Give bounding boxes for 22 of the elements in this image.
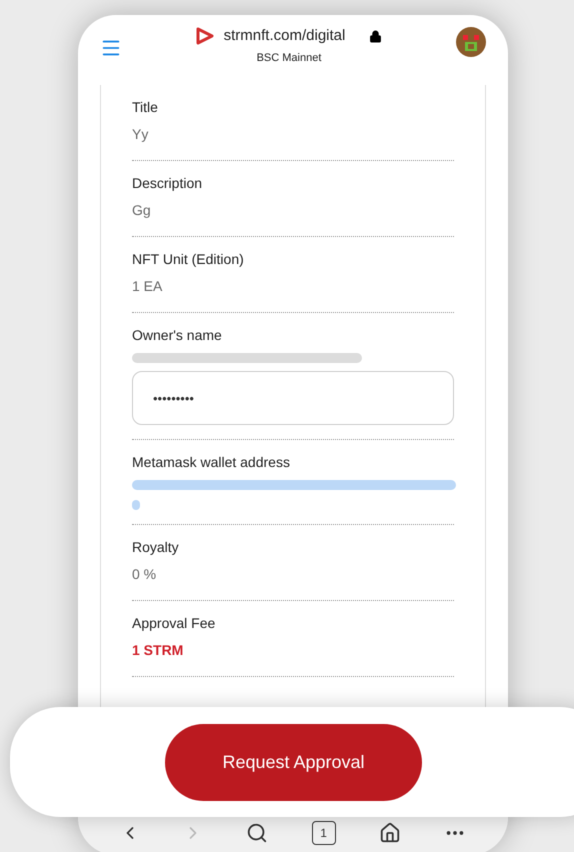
field-value: 0 % — [132, 565, 158, 584]
page-url: strmnft.com/digital — [224, 26, 346, 46]
redacted-bar — [132, 500, 140, 510]
field-label: Owner's name — [132, 326, 223, 345]
field-label: Title — [132, 98, 159, 117]
search-icon[interactable] — [246, 822, 268, 844]
field-label: Royalty — [132, 538, 180, 557]
logo-icon — [196, 27, 214, 46]
field-value: Yy — [132, 125, 150, 144]
avatar-icon[interactable] — [456, 27, 486, 57]
field-label: Metamask wallet address — [132, 453, 291, 472]
field-value: 1 STRM — [132, 641, 184, 660]
field-value: 1 EA — [132, 277, 164, 296]
field-value: Gg — [132, 201, 152, 220]
field-label: Approval Fee — [132, 614, 216, 633]
home-icon[interactable] — [378, 822, 401, 844]
field-label: NFT Unit (Edition) — [132, 250, 245, 269]
password-field[interactable]: ••••••••• — [132, 371, 454, 425]
tab-count-button[interactable]: 1 — [312, 821, 336, 845]
network-name: BSC Mainnet — [256, 50, 322, 66]
request-approval-button[interactable]: Request Approval — [165, 724, 422, 800]
field-label: Description — [132, 174, 204, 193]
